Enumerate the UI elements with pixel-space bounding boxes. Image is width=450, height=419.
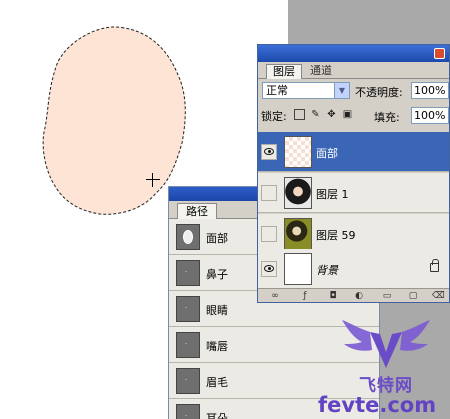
path-label: 眉毛 — [206, 376, 228, 389]
path-thumbnail — [176, 224, 200, 250]
path-thumbnail: · — [176, 404, 200, 419]
layer-thumbnail — [284, 253, 312, 285]
chevron-down-icon[interactable]: ▼ — [334, 83, 349, 98]
path-thumbnail: · — [176, 296, 200, 322]
path-label: 眼睛 — [206, 304, 228, 317]
link-icon[interactable]: ∞ — [270, 291, 280, 301]
layer-name: 面部 — [316, 147, 338, 160]
layer-row-background[interactable]: 背景 — [258, 249, 449, 289]
layer-name: 图层 59 — [316, 229, 356, 242]
lock-transparency-icon[interactable] — [294, 109, 305, 120]
adjustment-icon[interactable]: ◐ — [354, 291, 364, 301]
crosshair-cursor-icon — [146, 173, 160, 187]
mask-icon[interactable]: ◘ — [328, 291, 338, 301]
close-icon[interactable] — [434, 48, 445, 59]
path-label: 嘴唇 — [206, 340, 228, 353]
layers-panel: 图层 通道 正常 ▼ 不透明度: 100% 锁定: ✎ ✥ ▣ 填充: 100%… — [257, 44, 450, 303]
lock-row: 锁定: ✎ ✥ ▣ 填充: 100% — [258, 105, 449, 125]
folder-icon[interactable]: ▭ — [382, 291, 392, 301]
new-layer-icon[interactable]: ▢ — [408, 291, 418, 301]
blend-mode-select[interactable]: 正常 ▼ — [262, 82, 350, 99]
fill-input[interactable]: 100% — [411, 107, 449, 124]
blend-mode-value: 正常 — [266, 84, 288, 97]
path-thumbnail: · — [176, 260, 200, 286]
layer-row-layer1[interactable]: 图层 1 — [258, 173, 449, 213]
watermark-domain-text: fevte.com — [318, 393, 437, 417]
path-label: 耳朵 — [206, 412, 228, 419]
layer-thumbnail — [284, 177, 312, 209]
lock-move-icon[interactable]: ✥ — [326, 109, 337, 120]
path-thumbnail: · — [176, 368, 200, 394]
layers-tabbar: 图层 通道 — [258, 62, 449, 79]
visibility-toggle[interactable] — [261, 226, 277, 242]
layer-thumbnail — [284, 136, 312, 168]
lock-paint-brush-icon[interactable]: ✎ — [310, 109, 321, 120]
opacity-label: 不透明度: — [355, 86, 403, 99]
layers-panel-titlebar[interactable] — [258, 45, 449, 62]
watermark: 飞特网 fevte.com — [316, 316, 450, 419]
layer-name: 图层 1 — [316, 188, 349, 201]
tab-layers[interactable]: 图层 — [266, 64, 302, 79]
visibility-toggle[interactable] — [261, 185, 277, 201]
layer-thumbnail — [284, 218, 312, 250]
eye-icon — [264, 148, 274, 155]
layer-row-layer59[interactable]: 图层 59 — [258, 214, 449, 254]
visibility-toggle[interactable] — [261, 261, 277, 277]
tab-channels[interactable]: 通道 — [304, 64, 338, 79]
tab-paths[interactable]: 路径 — [177, 203, 217, 219]
layer-row-face[interactable]: 面部 — [258, 132, 449, 172]
trash-icon[interactable]: ⌫ — [432, 291, 445, 301]
layer-name: 背景 — [316, 264, 338, 277]
path-thumbnail: · — [176, 332, 200, 358]
layer-style-icon[interactable]: ƒ — [300, 291, 310, 301]
lock-all-icon[interactable]: ▣ — [342, 109, 353, 120]
lock-label: 锁定: — [261, 110, 287, 123]
visibility-toggle[interactable] — [261, 144, 277, 160]
path-label: 鼻子 — [206, 268, 228, 281]
path-label: 面部 — [206, 232, 228, 245]
fill-label: 填充: — [374, 111, 400, 124]
lock-icon — [430, 259, 439, 272]
layers-footer: ∞ ƒ ◘ ◐ ▭ ▢ ⌫ — [258, 288, 449, 302]
opacity-input[interactable]: 100% — [411, 82, 449, 99]
wings-logo-icon — [342, 320, 430, 368]
eye-icon — [264, 265, 274, 272]
